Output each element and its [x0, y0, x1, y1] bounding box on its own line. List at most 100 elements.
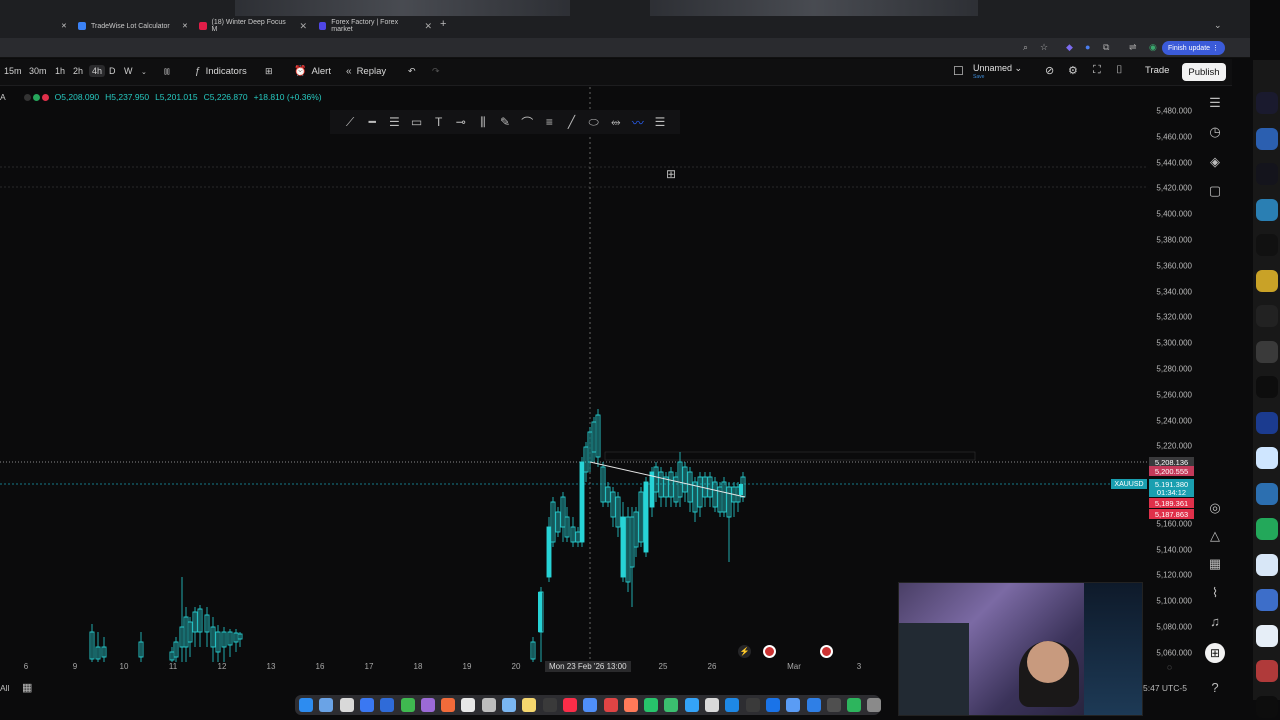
- watchlist-icon[interactable]: ☰: [1203, 95, 1227, 111]
- timeframe-2h[interactable]: 2h: [73, 66, 83, 76]
- finish-update-button[interactable]: Finish update ⋮: [1162, 41, 1225, 55]
- zoom-icon[interactable]: ⌕: [1023, 42, 1028, 53]
- layout-name-button[interactable]: Unnamed ⌄ Save: [973, 63, 1022, 80]
- redo-icon[interactable]: ↷: [432, 66, 440, 77]
- trendline-icon[interactable]: ⟋: [344, 115, 356, 130]
- side-app-icon[interactable]: [1256, 234, 1278, 256]
- dock-app-icon[interactable]: [441, 698, 456, 712]
- fullscreen-icon[interactable]: ⛶: [1093, 64, 1101, 77]
- side-app-icon[interactable]: [1256, 198, 1278, 221]
- timeframe-d[interactable]: D: [109, 66, 116, 76]
- dock-app-icon[interactable]: [705, 698, 719, 712]
- side-app-icon[interactable]: [1256, 127, 1278, 150]
- line-icon[interactable]: ╱: [565, 115, 577, 129]
- trade-button[interactable]: Trade: [1145, 65, 1169, 76]
- indicators-button[interactable]: ƒ Indicators: [195, 66, 247, 77]
- side-app-icon[interactable]: [1256, 589, 1278, 611]
- dock-app-icon[interactable]: [806, 698, 821, 712]
- side-app-icon[interactable]: [1256, 660, 1278, 682]
- dock-app-icon[interactable]: [623, 698, 638, 712]
- side-app-icon[interactable]: [1256, 553, 1278, 576]
- timeframe-30m[interactable]: 30m: [29, 66, 47, 76]
- dock-app-icon[interactable]: [359, 698, 374, 712]
- dock-app-icon[interactable]: [562, 698, 577, 712]
- dock-app-icon[interactable]: [664, 698, 679, 712]
- pine-icon[interactable]: △: [1203, 528, 1227, 544]
- channel-icon[interactable]: ≡: [543, 115, 555, 129]
- chart-type-icon[interactable]: ⫾⫾: [164, 66, 170, 77]
- timeframe-1h[interactable]: 1h: [55, 66, 65, 76]
- price-axis[interactable]: 5,480.000 5,460.000 5,440.000 5,420.000 5,40…: [1148, 87, 1200, 677]
- undo-icon[interactable]: ↶: [408, 66, 416, 77]
- quick-search-icon[interactable]: ⊘: [1045, 64, 1054, 77]
- dock-app-icon[interactable]: [684, 698, 699, 712]
- chart-settings-icon[interactable]: ◌: [1167, 662, 1172, 672]
- browser-tab[interactable]: Forex Factory | Forex market ✕: [313, 17, 438, 35]
- camera-snapshot-icon[interactable]: ⌷: [1116, 64, 1123, 77]
- chat-icon[interactable]: ▢: [1203, 183, 1227, 199]
- dock-app-icon[interactable]: [826, 698, 841, 712]
- sidebar-icon[interactable]: ⇌: [1129, 42, 1137, 53]
- side-app-icon[interactable]: [1256, 482, 1278, 505]
- range-all-label[interactable]: All: [0, 683, 9, 693]
- close-tab-icon[interactable]: ✕: [299, 21, 307, 32]
- apps-grid-icon[interactable]: ⊞: [1205, 643, 1225, 663]
- us-flag-event-icon[interactable]: [820, 645, 833, 658]
- side-app-icon[interactable]: [1256, 305, 1278, 327]
- layout-checkbox-icon[interactable]: ☐: [953, 64, 964, 78]
- dock-app-icon[interactable]: [502, 698, 516, 712]
- timeframe-w[interactable]: W: [124, 66, 133, 76]
- layers-icon[interactable]: ◈: [1203, 154, 1227, 170]
- dock-app-icon[interactable]: [542, 698, 557, 712]
- ray-icon[interactable]: ⊸: [455, 115, 467, 129]
- dock-app-icon[interactable]: [603, 698, 618, 712]
- close-tab-icon[interactable]: ✕: [55, 17, 73, 35]
- us-flag-event-icon[interactable]: [763, 645, 776, 658]
- side-app-icon[interactable]: [1256, 624, 1278, 647]
- timeframe-dropdown-icon[interactable]: ⌄: [141, 68, 147, 76]
- dock-app-icon[interactable]: [745, 698, 760, 712]
- templates-grid-icon[interactable]: ⊞: [265, 66, 273, 77]
- pattern-icon[interactable]: 〰: [632, 114, 644, 131]
- dock-app-icon[interactable]: [461, 698, 476, 712]
- dock-app-icon[interactable]: [339, 698, 354, 712]
- browser-tab[interactable]: (18) Winter Deep Focus M ✕: [193, 17, 313, 35]
- settings-gear-icon[interactable]: ⚙: [1068, 64, 1078, 77]
- side-app-icon[interactable]: [1256, 411, 1278, 434]
- clock-label[interactable]: 5:47 UTC-5: [1143, 683, 1187, 693]
- rectangle-icon[interactable]: ▭: [410, 115, 422, 129]
- replay-button[interactable]: «Replay: [346, 66, 386, 77]
- side-app-icon[interactable]: [1256, 447, 1278, 469]
- extension-icon[interactable]: ◆: [1066, 42, 1073, 53]
- timeframe-15m[interactable]: 15m: [4, 66, 22, 76]
- side-app-icon[interactable]: [1256, 269, 1278, 292]
- goto-date-icon[interactable]: ▦: [22, 681, 32, 694]
- more-tools-icon[interactable]: ☰: [654, 115, 666, 129]
- dock-app-icon[interactable]: [380, 698, 395, 712]
- dock-app-icon[interactable]: [867, 698, 882, 712]
- publish-button[interactable]: Publish: [1182, 63, 1226, 81]
- measure-icon[interactable]: ⫼: [477, 115, 489, 130]
- side-app-icon[interactable]: [1256, 163, 1278, 185]
- alerts-clock-icon[interactable]: ◷: [1203, 124, 1227, 140]
- signal-icon[interactable]: ⌇: [1203, 585, 1227, 601]
- browser-tab[interactable]: TradeWise Lot Calculator: [72, 17, 192, 35]
- brush-icon[interactable]: ✎: [499, 115, 511, 129]
- help-icon[interactable]: ?: [1203, 680, 1227, 695]
- extension-icon[interactable]: ●: [1085, 42, 1090, 52]
- dock-app-icon[interactable]: [299, 698, 313, 712]
- dock-app-icon[interactable]: [765, 698, 780, 712]
- dock-app-icon[interactable]: [481, 698, 496, 712]
- dock-app-icon[interactable]: [725, 698, 740, 712]
- bookmark-star-icon[interactable]: ☆: [1040, 42, 1048, 53]
- side-app-icon[interactable]: [1256, 376, 1278, 398]
- new-tab-button[interactable]: +: [440, 18, 446, 30]
- side-app-icon[interactable]: [1256, 695, 1278, 718]
- timeframe-4h[interactable]: 4h: [89, 65, 106, 77]
- price-chart[interactable]: [0, 87, 1148, 662]
- dock-app-icon[interactable]: [847, 698, 862, 712]
- object-settings-icon[interactable]: ⊞: [666, 167, 676, 181]
- close-tab-icon[interactable]: ✕: [176, 17, 194, 35]
- target-icon[interactable]: ◎: [1203, 500, 1227, 516]
- dock-app-icon[interactable]: [420, 698, 435, 712]
